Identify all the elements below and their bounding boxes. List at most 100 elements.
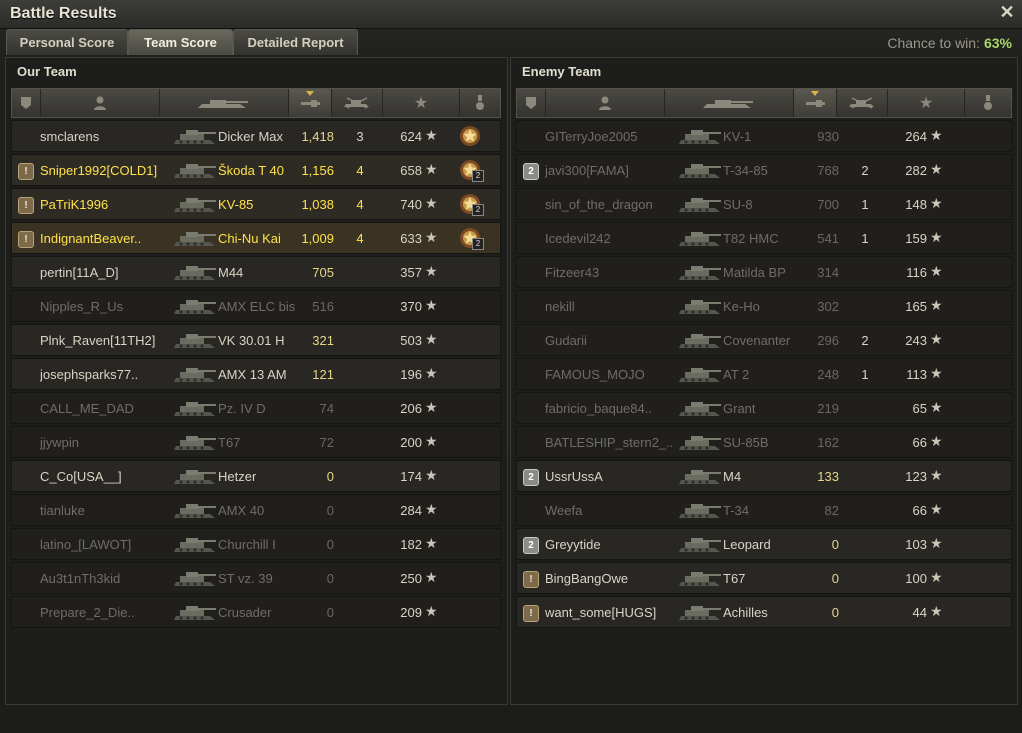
player-row[interactable]: ! Sniper1992[COLD1] Škoda T 40 1,156 4 658 ★ 2: [11, 154, 501, 186]
player-row[interactable]: CALL_ME_DAD Pz. IV D 74 206 ★: [11, 392, 501, 424]
squad-badge-icon: !: [18, 231, 34, 248]
player-row[interactable]: tianluke AMX 40 0 284 ★: [11, 494, 501, 526]
tank-icon: [172, 192, 218, 216]
squad-column-icon[interactable]: [517, 89, 546, 117]
tank-column-icon[interactable]: [665, 89, 794, 117]
player-column-icon[interactable]: [546, 89, 665, 117]
medals-column-icon[interactable]: [460, 89, 500, 117]
player-column-icon[interactable]: [41, 89, 160, 117]
kills-value: 3: [356, 129, 364, 144]
tank-icon: [172, 226, 218, 250]
window-title: Battle Results: [10, 5, 117, 22]
player-row[interactable]: ! BingBangOwe T67 0 100 ★: [516, 562, 1012, 594]
player-row[interactable]: josephsparks77.. AMX 13 AM 121 196 ★: [11, 358, 501, 390]
player-row[interactable]: Weefa T-34 82 66 ★: [516, 494, 1012, 526]
kills-column-icon[interactable]: [837, 89, 888, 117]
player-row[interactable]: Gudarii Covenanter 296 2 243 ★: [516, 324, 1012, 356]
star-icon: ★: [425, 399, 438, 415]
tank-icon: [677, 464, 723, 488]
xp-value: 182: [400, 537, 422, 552]
squad-badge-icon: 2: [523, 537, 539, 554]
xp-value: 159: [905, 231, 927, 246]
tank-icon: [172, 124, 218, 148]
star-icon: ★: [930, 467, 943, 483]
medal-icon[interactable]: [458, 124, 482, 148]
xp-value: 740: [400, 197, 422, 212]
player-row[interactable]: ! IndignantBeaver.. Chi-Nu Kai 1,009 4 633 ★ 2: [11, 222, 501, 254]
player-row[interactable]: FAMOUS_MOJO AT 2 248 1 113 ★: [516, 358, 1012, 390]
medals-column-icon[interactable]: [965, 89, 1011, 117]
damage-column-icon[interactable]: [289, 89, 332, 117]
player-row[interactable]: BATLESHIP_stern2_.. SU-85B 162 66 ★: [516, 426, 1012, 458]
kills-value: 4: [356, 163, 364, 178]
player-row[interactable]: Plnk_Raven[11TH2] VK 30.01 H 321 503 ★: [11, 324, 501, 356]
damage-value: 121: [312, 367, 334, 382]
xp-value: 370: [400, 299, 422, 314]
xp-value: 284: [400, 503, 422, 518]
player-name: FAMOUS_MOJO: [545, 367, 645, 382]
player-row[interactable]: pertin[11A_D] M44 705 357 ★: [11, 256, 501, 288]
xp-column-icon[interactable]: ★: [383, 89, 460, 117]
player-row[interactable]: ! want_some[HUGS] Achilles 0 44 ★: [516, 596, 1012, 628]
damage-value: 314: [817, 265, 839, 280]
damage-value: 0: [326, 469, 334, 484]
player-row[interactable]: sin_of_the_dragon SU-8 700 1 148 ★: [516, 188, 1012, 220]
medal-icon[interactable]: 2: [458, 158, 484, 182]
player-name: Greyytide: [545, 537, 601, 552]
xp-value: 100: [905, 571, 927, 586]
kills-column-icon[interactable]: [332, 89, 383, 117]
damage-value: 302: [817, 299, 839, 314]
squad-column-icon[interactable]: [12, 89, 41, 117]
tank-column-icon[interactable]: [160, 89, 289, 117]
damage-value: 0: [326, 571, 334, 586]
player-row[interactable]: Au3t1nTh3kid ST vz. 39 0 250 ★: [11, 562, 501, 594]
tank-icon: [172, 328, 218, 352]
squad-badge-icon: !: [18, 197, 34, 214]
player-row[interactable]: Icedevil242 T82 HMC 541 1 159 ★: [516, 222, 1012, 254]
player-row[interactable]: 2 javi300[FAMA] T-34-85 768 2 282 ★: [516, 154, 1012, 186]
player-name: BATLESHIP_stern2_..: [545, 435, 674, 450]
close-icon[interactable]: ✕: [998, 3, 1016, 21]
player-row[interactable]: smclarens Dicker Max 1,418 3 624 ★: [11, 120, 501, 152]
damage-value: 1,038: [301, 197, 334, 212]
xp-value: 65: [912, 401, 927, 416]
xp-value: 66: [912, 435, 927, 450]
player-row[interactable]: 2 UssrUssA M4 133 123 ★: [516, 460, 1012, 492]
enemy-team-header: ★: [516, 88, 1012, 118]
player-name: GITerryJoe2005: [545, 129, 638, 144]
damage-value: 321: [312, 333, 334, 348]
player-row[interactable]: Prepare_2_Die.. Crusader 0 209 ★: [11, 596, 501, 628]
player-row[interactable]: jjywpin T67 72 200 ★: [11, 426, 501, 458]
tank-icon: [172, 396, 218, 420]
medal-count: 2: [472, 170, 484, 182]
player-row[interactable]: 2 Greyytide Leopard 0 103 ★: [516, 528, 1012, 560]
sort-arrow-icon: [811, 91, 819, 96]
tab-detailed-report[interactable]: Detailed Report: [233, 29, 358, 55]
player-row[interactable]: ! PaTriK1996 KV-85 1,038 4 740 ★ 2: [11, 188, 501, 220]
player-row[interactable]: fabricio_baque84.. Grant 219 65 ★: [516, 392, 1012, 424]
chance-value: 63%: [983, 35, 1012, 51]
player-row[interactable]: nekill Ke-Ho 302 165 ★: [516, 290, 1012, 322]
player-row[interactable]: C_Co[USA__] Hetzer 0 174 ★: [11, 460, 501, 492]
damage-column-icon[interactable]: [794, 89, 837, 117]
xp-column-icon[interactable]: ★: [888, 89, 965, 117]
medal-icon[interactable]: 2: [458, 192, 484, 216]
tab-personal-score[interactable]: Personal Score: [6, 29, 128, 55]
tank-icon: [172, 430, 218, 454]
player-name: jjywpin: [40, 435, 80, 450]
star-icon: ★: [425, 535, 438, 551]
tank-icon: [172, 566, 218, 590]
player-row[interactable]: Fitzeer43 Matilda BP 314 116 ★: [516, 256, 1012, 288]
player-name: pertin[11A_D]: [40, 265, 119, 280]
tank-icon: [677, 362, 723, 386]
tank-icon: [172, 600, 218, 624]
player-row[interactable]: Nipples_R_Us AMX ELC bis 516 370 ★: [11, 290, 501, 322]
damage-value: 1,418: [301, 129, 334, 144]
star-icon: ★: [425, 127, 438, 143]
player-name: Sniper1992[COLD1]: [40, 163, 158, 178]
player-row[interactable]: GITerryJoe2005 KV-1 930 264 ★: [516, 120, 1012, 152]
medal-count: 2: [472, 238, 484, 250]
tab-team-score[interactable]: Team Score: [128, 29, 233, 55]
player-row[interactable]: latino_[LAWOT] Churchill I 0 182 ★: [11, 528, 501, 560]
medal-icon[interactable]: 2: [458, 226, 484, 250]
